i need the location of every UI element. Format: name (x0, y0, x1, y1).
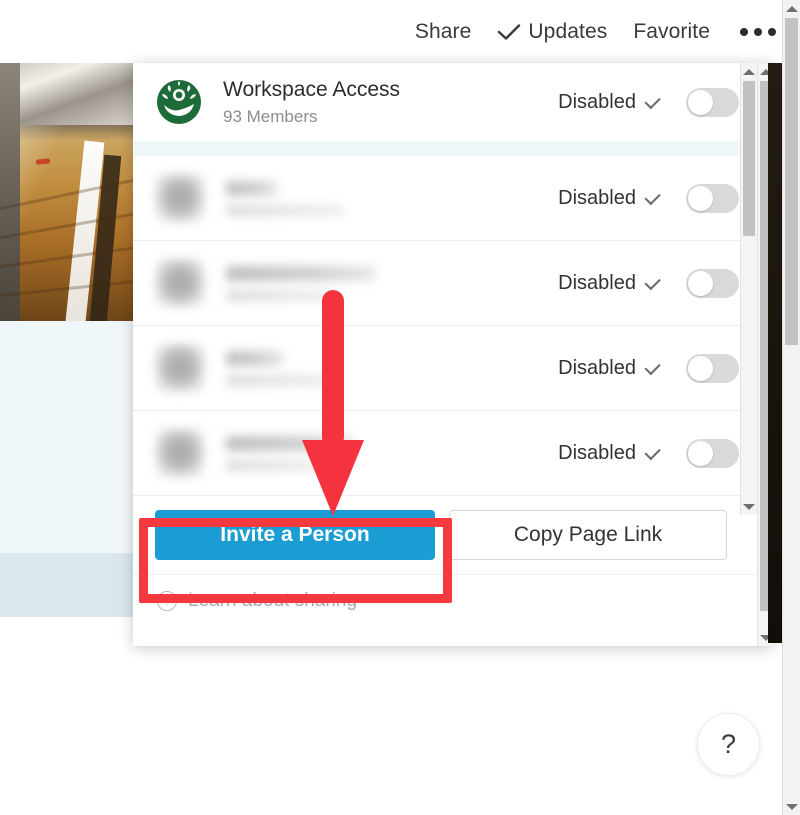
hero-image-detail (0, 63, 20, 321)
member-list-scrollbar[interactable] (740, 63, 757, 515)
updates-label: Updates (528, 19, 608, 43)
table-row[interactable]: Disabled (133, 411, 757, 496)
question-circle-icon: ? (157, 590, 177, 611)
member-text (226, 180, 558, 216)
scrollbar-thumb[interactable] (743, 81, 755, 236)
member-text (226, 350, 558, 386)
page-content-white (0, 617, 133, 815)
permission-dropdown-label[interactable]: Disabled (558, 187, 636, 210)
ellipsis-icon[interactable] (740, 27, 776, 36)
updates-button[interactable]: Updates (497, 20, 607, 44)
table-row[interactable]: Disabled (133, 241, 757, 326)
background-strip (768, 63, 782, 643)
workspace-title: Workspace Access (223, 77, 401, 101)
avatar (156, 174, 204, 222)
toggle-knob (688, 440, 713, 466)
toggle-knob (688, 270, 713, 296)
permission-dropdown-label[interactable]: Disabled (558, 272, 636, 295)
page-content-band (0, 553, 133, 617)
scroll-down-arrow-icon[interactable] (741, 498, 757, 515)
share-panel: Workspace Access 93 Members Disabled Dis… (133, 63, 773, 646)
copy-page-link-button[interactable]: Copy Page Link (449, 510, 727, 560)
page-content-block (0, 321, 133, 553)
screen: Share Updates Favorite Workspace Access … (0, 0, 800, 815)
chevron-down-icon[interactable] (644, 92, 661, 109)
member-subtitle (226, 204, 344, 216)
check-icon (497, 23, 521, 41)
table-row[interactable]: Disabled (133, 326, 757, 411)
scrollbar-thumb[interactable] (785, 18, 798, 345)
learn-about-sharing-link[interactable]: ? Learn about sharing (133, 574, 757, 626)
access-toggle[interactable] (686, 268, 739, 298)
permission-dropdown-label[interactable]: Disabled (558, 91, 636, 114)
member-text (226, 265, 558, 301)
question-mark-icon: ? (720, 729, 737, 759)
down-arrow-annotation (300, 290, 366, 518)
member-controls: Disabled (558, 268, 757, 298)
hero-image (0, 63, 133, 321)
favorite-button[interactable]: Favorite (633, 20, 710, 44)
scroll-up-arrow-icon[interactable] (741, 63, 757, 80)
scroll-down-arrow-icon[interactable] (783, 798, 800, 815)
learn-about-sharing-label: Learn about sharing (188, 589, 358, 611)
member-controls: Disabled (558, 183, 757, 213)
member-name (226, 350, 284, 366)
permission-dropdown-label[interactable]: Disabled (558, 442, 636, 465)
chevron-down-icon[interactable] (644, 443, 661, 460)
table-row[interactable]: Disabled (133, 156, 757, 241)
panel-actions: Invite a Person Copy Page Link (133, 496, 757, 574)
access-toggle[interactable] (686, 183, 739, 213)
chevron-down-icon[interactable] (644, 273, 661, 290)
member-controls: Disabled (558, 438, 757, 468)
page-action-bar: Share Updates Favorite (0, 0, 800, 63)
avatar (156, 429, 204, 477)
access-toggle[interactable] (686, 87, 739, 117)
avatar (156, 344, 204, 392)
member-name (226, 180, 278, 196)
scroll-up-arrow-icon[interactable] (783, 0, 800, 17)
access-toggle[interactable] (686, 353, 739, 383)
access-toggle[interactable] (686, 438, 739, 468)
workspace-emblem-icon (156, 79, 202, 125)
workspace-access-row[interactable]: Workspace Access 93 Members Disabled (133, 63, 757, 141)
member-text (226, 435, 558, 471)
page-scrollbar[interactable] (782, 0, 800, 815)
permission-dropdown-label[interactable]: Disabled (558, 357, 636, 380)
member-controls: Disabled (558, 353, 757, 383)
invite-a-person-button[interactable]: Invite a Person (155, 510, 435, 560)
share-panel-content: Workspace Access 93 Members Disabled Dis… (133, 63, 757, 646)
toggle-knob (688, 355, 713, 381)
avatar (156, 259, 204, 307)
workspace-member-count: 93 Members (223, 106, 318, 126)
help-button[interactable]: ? (697, 713, 760, 776)
member-name (226, 265, 376, 281)
hero-image-detail (35, 158, 51, 165)
highlighted-divider (133, 141, 757, 156)
chevron-down-icon[interactable] (644, 188, 661, 205)
toggle-knob (688, 185, 713, 211)
share-label: Share (414, 19, 472, 43)
chevron-down-icon[interactable] (644, 358, 661, 375)
favorite-label: Favorite (633, 19, 710, 43)
workspace-controls: Disabled (558, 87, 757, 117)
share-button[interactable]: Share (415, 20, 472, 44)
workspace-text: Workspace Access 93 Members (223, 77, 558, 128)
toggle-knob (688, 89, 713, 115)
